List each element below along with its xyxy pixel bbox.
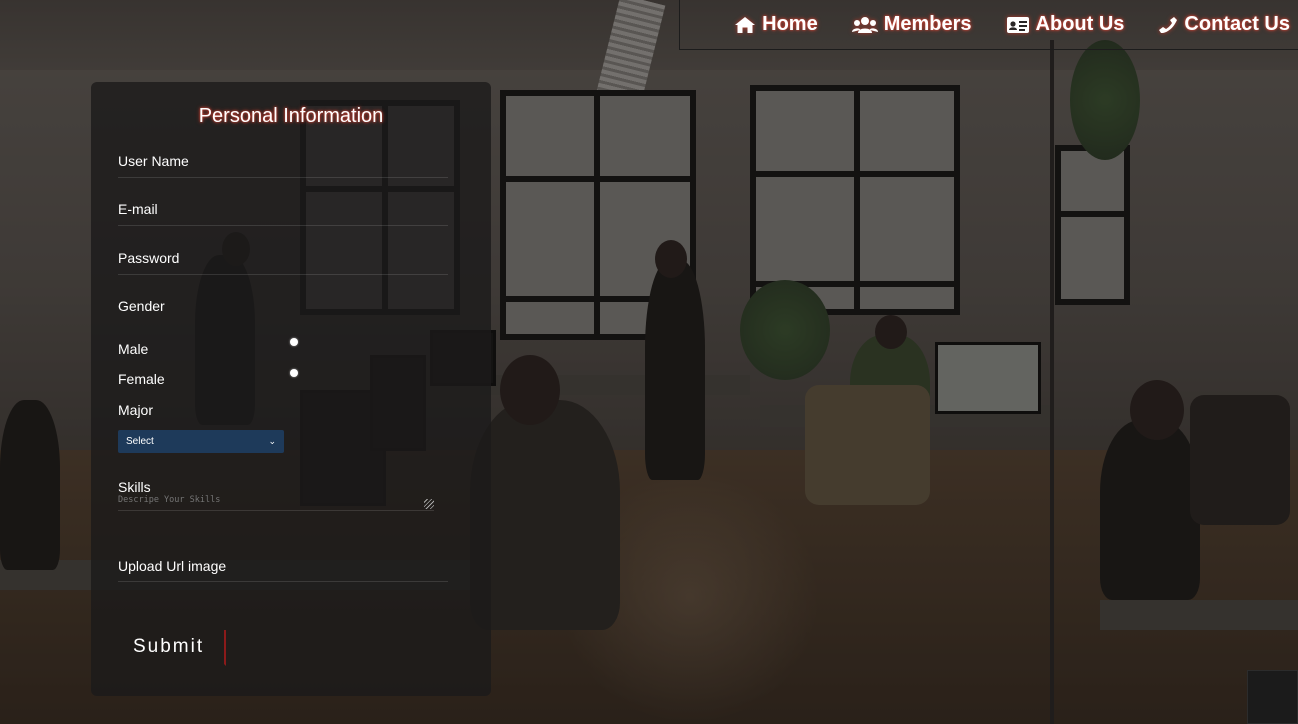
corner-widget[interactable]	[1247, 670, 1298, 724]
chevron-down-icon: ⌄	[268, 436, 276, 446]
email-input[interactable]	[118, 207, 448, 226]
phone-icon	[1159, 16, 1178, 33]
id-card-icon	[1006, 16, 1029, 33]
form-title: Personal Information	[198, 105, 384, 127]
users-icon	[851, 16, 878, 33]
home-icon	[735, 16, 756, 33]
major-label: Major	[118, 402, 154, 418]
nav-members-link[interactable]: Members	[851, 13, 972, 36]
nav-about-label: About Us	[1035, 13, 1125, 35]
nav-home-label: Home	[762, 13, 818, 35]
password-input[interactable]	[118, 256, 448, 275]
nav-members-label: Members	[883, 13, 972, 35]
female-label: Female	[118, 371, 165, 387]
skills-textarea[interactable]	[118, 495, 434, 511]
upload-url-input[interactable]	[118, 563, 448, 582]
username-input[interactable]	[118, 159, 448, 178]
gender-label: Gender	[118, 298, 165, 314]
nav-contact-link[interactable]: Contact Us	[1158, 13, 1290, 36]
major-select[interactable]: Select ⌄	[118, 430, 284, 453]
major-select-value: Select	[126, 436, 154, 447]
female-radio[interactable]	[290, 369, 298, 377]
nav-contact-label: Contact Us	[1184, 13, 1290, 35]
resize-handle-icon[interactable]	[424, 499, 434, 509]
nav-about-link[interactable]: About Us	[1006, 13, 1125, 36]
top-navigation: Home Members About Us Contact Us	[679, 0, 1298, 50]
male-label: Male	[118, 341, 149, 357]
submit-button[interactable]: Submit	[118, 630, 226, 666]
skills-label: Skills	[118, 479, 151, 495]
male-radio[interactable]	[290, 338, 298, 346]
nav-home-link[interactable]: Home	[734, 13, 818, 36]
